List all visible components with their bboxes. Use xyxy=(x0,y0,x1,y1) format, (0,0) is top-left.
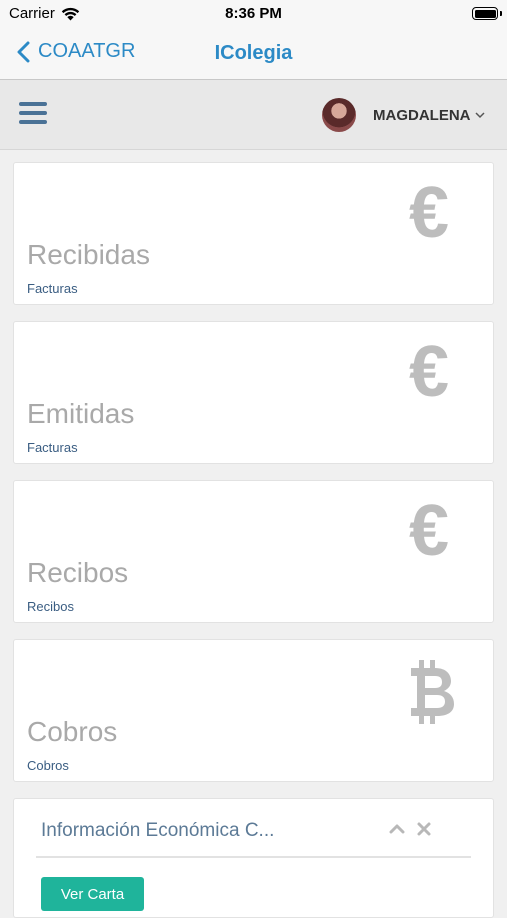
hamburger-icon[interactable] xyxy=(19,102,47,124)
app-toolbar: MAGDALENA xyxy=(0,80,507,150)
card-subtitle: Facturas xyxy=(27,281,78,296)
card-emitidas[interactable]: € Emitidas Facturas xyxy=(13,321,494,464)
chevron-up-icon[interactable] xyxy=(389,821,405,837)
status-bar: Carrier 8:36 PM xyxy=(0,0,507,28)
card-title: Emitidas xyxy=(27,398,135,429)
euro-icon: € xyxy=(408,332,449,412)
euro-icon: € xyxy=(408,491,449,571)
card-title: Cobros xyxy=(27,716,118,747)
clock: 8:36 PM xyxy=(225,5,282,22)
ver-carta-button[interactable]: Ver Carta xyxy=(41,877,144,911)
nav-title: IColegia xyxy=(214,42,293,64)
bitcoin-icon xyxy=(411,660,454,724)
user-menu[interactable]: MAGDALENA xyxy=(373,107,485,124)
close-icon[interactable] xyxy=(416,821,432,837)
info-panel: Información Económica C... Ver Carta xyxy=(13,798,494,918)
battery-icon xyxy=(472,7,498,20)
info-panel-title: Información Económica C... xyxy=(41,820,275,841)
chevron-down-icon xyxy=(474,112,485,119)
card-recibos[interactable]: € Recibos Recibos xyxy=(13,480,494,623)
euro-icon: € xyxy=(408,173,449,253)
card-title: Recibos xyxy=(27,557,129,588)
card-subtitle: Facturas xyxy=(27,440,78,455)
card-subtitle: Cobros xyxy=(27,758,69,773)
card-subtitle: Recibos xyxy=(27,599,74,614)
navigation-bar: COAATGR IColegia xyxy=(0,28,507,80)
card-cobros[interactable]: Cobros Cobros xyxy=(13,639,494,782)
card-recibidas[interactable]: € Recibidas Facturas xyxy=(13,162,494,305)
card-title: Recibidas xyxy=(27,239,150,270)
divider xyxy=(36,856,471,858)
avatar[interactable] xyxy=(322,98,356,132)
battery-cap xyxy=(500,11,502,16)
user-name: MAGDALENA xyxy=(373,107,471,124)
